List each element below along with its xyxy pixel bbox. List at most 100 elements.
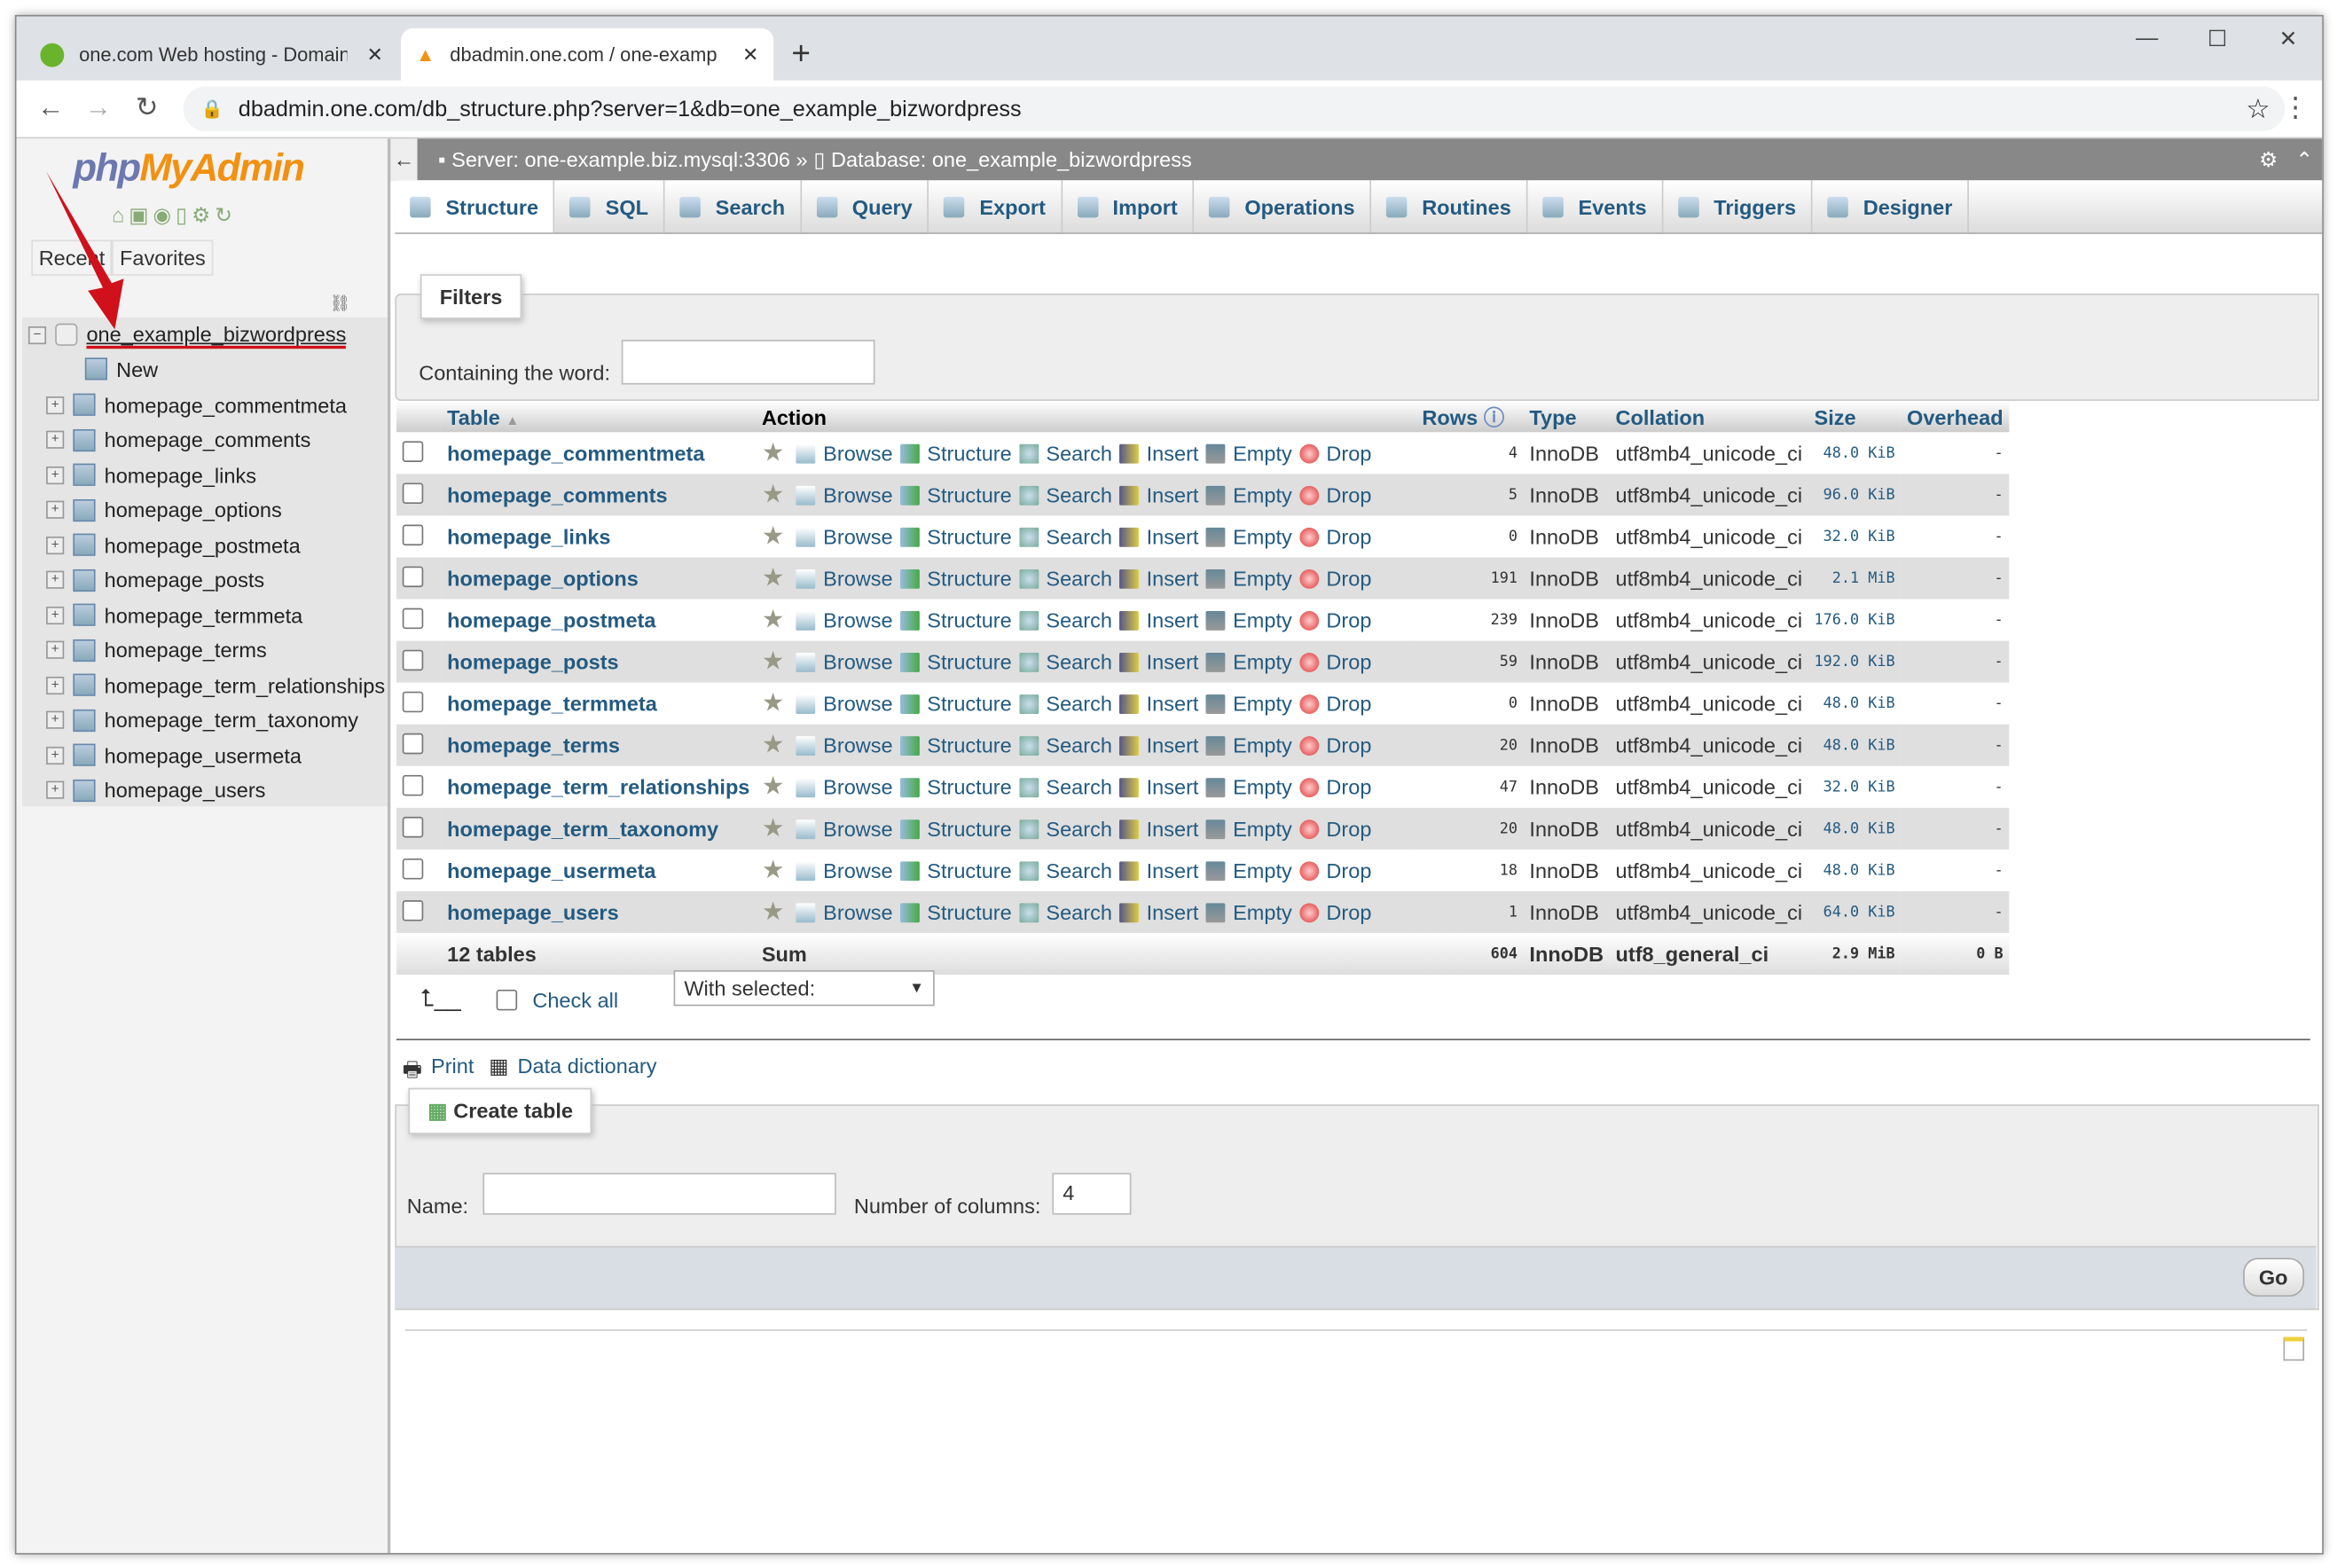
- action-insert[interactable]: Insert: [1147, 650, 1199, 674]
- expand-icon[interactable]: +: [46, 396, 65, 414]
- action-empty[interactable]: Empty: [1233, 733, 1292, 757]
- row-size[interactable]: 192.0 KiB: [1808, 640, 1902, 683]
- action-empty[interactable]: Empty: [1233, 900, 1292, 924]
- favorite-star-icon[interactable]: ★: [762, 647, 785, 675]
- action-browse[interactable]: Browse: [823, 567, 892, 591]
- action-search[interactable]: Search: [1046, 858, 1112, 882]
- action-structure[interactable]: Structure: [927, 900, 1011, 924]
- row-size[interactable]: 2.1 MiB: [1808, 557, 1902, 600]
- action-search[interactable]: Search: [1046, 608, 1112, 632]
- expand-icon[interactable]: +: [46, 536, 65, 554]
- new-tab-icon[interactable]: +: [791, 35, 811, 74]
- action-structure[interactable]: Structure: [927, 567, 1011, 591]
- favorite-star-icon[interactable]: ★: [762, 856, 785, 884]
- tab-query[interactable]: Query: [802, 180, 929, 233]
- action-structure[interactable]: Structure: [927, 858, 1011, 882]
- row-size[interactable]: 32.0 KiB: [1808, 515, 1902, 558]
- tree-table-item[interactable]: + homepage_users: [46, 772, 265, 807]
- action-browse[interactable]: Browse: [823, 692, 892, 716]
- tree-table-item[interactable]: + homepage_options: [46, 492, 282, 527]
- action-drop[interactable]: Drop: [1326, 775, 1371, 799]
- tab-operations[interactable]: Operations: [1194, 180, 1372, 233]
- table-name-link[interactable]: homepage_links: [441, 515, 757, 558]
- action-search[interactable]: Search: [1046, 817, 1112, 841]
- favorite-star-icon[interactable]: ★: [762, 730, 785, 758]
- action-empty[interactable]: Empty: [1233, 441, 1292, 465]
- action-structure[interactable]: Structure: [927, 692, 1011, 716]
- action-empty[interactable]: Empty: [1233, 608, 1292, 632]
- row-checkbox[interactable]: [402, 648, 424, 670]
- check-all-label[interactable]: Check all: [532, 988, 618, 1012]
- link-icon[interactable]: ⛓: [329, 294, 349, 313]
- action-insert[interactable]: Insert: [1147, 900, 1199, 924]
- table-name-link[interactable]: homepage_posts: [441, 640, 757, 683]
- action-insert[interactable]: Insert: [1147, 858, 1199, 882]
- favorite-star-icon[interactable]: ★: [762, 605, 785, 633]
- action-browse[interactable]: Browse: [823, 900, 892, 924]
- action-empty[interactable]: Empty: [1233, 775, 1292, 799]
- table-name-link[interactable]: homepage_commentmeta: [441, 432, 757, 474]
- row-size[interactable]: 48.0 KiB: [1808, 807, 1902, 850]
- row-size[interactable]: 96.0 KiB: [1808, 474, 1902, 516]
- tab-export[interactable]: Export: [929, 180, 1063, 233]
- col-overhead[interactable]: Overhead: [1901, 401, 2010, 433]
- tree-table-item[interactable]: + homepage_comments: [46, 422, 310, 457]
- favorite-star-icon[interactable]: ★: [762, 814, 785, 843]
- table-name-link[interactable]: homepage_options: [441, 557, 757, 600]
- table-name-link[interactable]: homepage_users: [441, 890, 757, 933]
- action-structure[interactable]: Structure: [927, 608, 1011, 632]
- row-size[interactable]: 32.0 KiB: [1808, 765, 1902, 808]
- table-name-link[interactable]: homepage_termmeta: [441, 682, 757, 725]
- breadcrumb-server[interactable]: Server: one-example.biz.mysql:3306 »: [451, 147, 807, 171]
- browser-tab-dbadmin[interactable]: ▲ dbadmin.one.com / one-example ✕: [401, 27, 774, 81]
- close-tab-icon[interactable]: ✕: [742, 43, 758, 67]
- action-drop[interactable]: Drop: [1326, 441, 1371, 465]
- row-checkbox[interactable]: [402, 565, 424, 587]
- data-dictionary-link[interactable]: Data dictionary: [518, 1054, 657, 1089]
- tab-routines[interactable]: Routines: [1371, 180, 1528, 233]
- action-insert[interactable]: Insert: [1147, 817, 1199, 841]
- expand-icon[interactable]: +: [46, 466, 65, 484]
- action-browse[interactable]: Browse: [823, 482, 892, 506]
- action-insert[interactable]: Insert: [1147, 775, 1199, 799]
- action-empty[interactable]: Empty: [1233, 567, 1292, 591]
- tab-triggers[interactable]: Triggers: [1663, 180, 1813, 233]
- action-empty[interactable]: Empty: [1233, 482, 1292, 506]
- action-empty[interactable]: Empty: [1233, 858, 1292, 882]
- row-checkbox[interactable]: [402, 899, 424, 921]
- row-checkbox[interactable]: [402, 774, 424, 796]
- action-search[interactable]: Search: [1046, 775, 1112, 799]
- action-structure[interactable]: Structure: [927, 525, 1011, 549]
- action-drop[interactable]: Drop: [1326, 900, 1371, 924]
- row-size[interactable]: 48.0 KiB: [1808, 849, 1902, 891]
- action-search[interactable]: Search: [1046, 692, 1112, 716]
- collapse-nav-icon[interactable]: ←: [390, 138, 418, 181]
- expand-icon[interactable]: +: [46, 606, 65, 624]
- action-drop[interactable]: Drop: [1326, 567, 1371, 591]
- expand-icon[interactable]: +: [46, 780, 65, 799]
- tree-table-item[interactable]: + homepage_term_relationships: [46, 668, 385, 702]
- print-link[interactable]: Print: [431, 1054, 474, 1089]
- col-rows[interactable]: Rows ⓘ: [1416, 401, 1524, 433]
- filter-input[interactable]: [621, 340, 875, 385]
- action-drop[interactable]: Drop: [1326, 608, 1371, 632]
- columns-input[interactable]: 4: [1052, 1172, 1132, 1215]
- action-browse[interactable]: Browse: [823, 650, 892, 674]
- col-type[interactable]: Type: [1523, 401, 1610, 433]
- action-search[interactable]: Search: [1046, 482, 1112, 506]
- row-checkbox[interactable]: [402, 858, 424, 879]
- row-checkbox[interactable]: [402, 690, 424, 712]
- action-search[interactable]: Search: [1046, 733, 1112, 757]
- col-size[interactable]: Size: [1808, 401, 1902, 433]
- action-insert[interactable]: Insert: [1147, 733, 1199, 757]
- favorite-star-icon[interactable]: ★: [762, 521, 785, 550]
- action-structure[interactable]: Structure: [927, 775, 1011, 799]
- expand-icon[interactable]: +: [46, 676, 65, 694]
- expand-icon[interactable]: +: [46, 746, 65, 764]
- action-insert[interactable]: Insert: [1147, 441, 1199, 465]
- row-checkbox[interactable]: [402, 523, 424, 545]
- with-selected-select[interactable]: With selected: ▼: [673, 970, 935, 1007]
- row-checkbox[interactable]: [402, 732, 424, 754]
- tree-table-item[interactable]: + homepage_postmeta: [46, 528, 301, 562]
- action-search[interactable]: Search: [1046, 525, 1112, 549]
